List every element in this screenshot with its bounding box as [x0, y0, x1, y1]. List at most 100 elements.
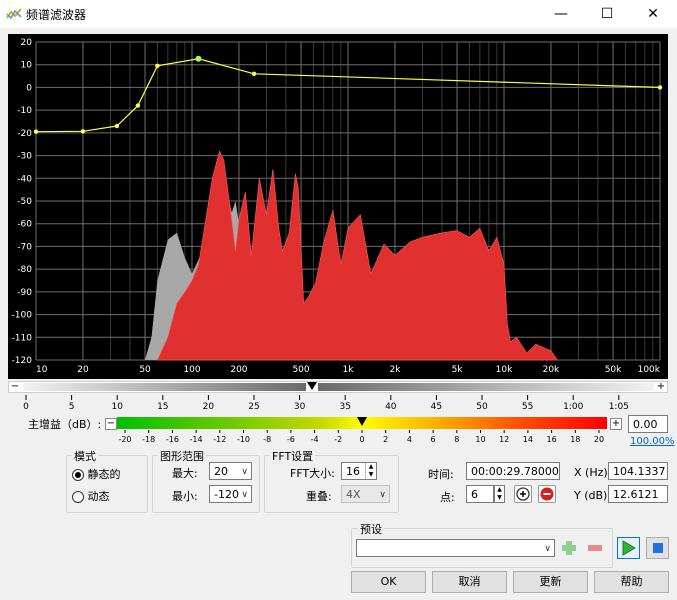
ruler-label: 30 — [294, 402, 306, 411]
gain-tick-label: 20 — [594, 435, 604, 444]
point-label: 点: — [440, 491, 455, 504]
y-tick-label: -50 — [17, 197, 32, 207]
range-min-label: 最小: — [172, 490, 198, 503]
time-label: 时间: — [428, 468, 454, 481]
filter-control-point — [80, 129, 86, 134]
y-tick-label: -40 — [17, 174, 32, 184]
filter-control-point — [155, 63, 160, 69]
gain-tick-label: 8 — [454, 435, 459, 444]
close-icon[interactable]: ✕ — [630, 0, 676, 28]
add-point-button[interactable] — [514, 485, 532, 503]
zoom-bar[interactable]: − + — [8, 381, 668, 393]
ruler-label: 20 — [203, 402, 215, 411]
add-preset-button[interactable] — [560, 539, 578, 557]
y-tick-label: 20 — [21, 38, 33, 48]
chevron-down-icon: ∨ — [544, 544, 551, 554]
gain-tick-label: 12 — [499, 435, 509, 444]
filter-control-point — [135, 103, 141, 108]
gain-tick-label: 16 — [547, 435, 557, 444]
x-tick-label: 20 — [77, 365, 89, 375]
x-tick-label: 100k — [638, 365, 661, 375]
fft-overlap-select[interactable]: 4X ∨ — [341, 485, 390, 503]
stop-button[interactable] — [646, 537, 669, 559]
gain-tick-label: 10 — [475, 435, 485, 444]
gain-slider-thumb[interactable] — [357, 417, 367, 426]
zoom-thumb[interactable] — [307, 382, 317, 390]
minus-icon — [588, 545, 602, 551]
y-tick-label: -80 — [17, 265, 32, 275]
radio-checked-icon — [72, 469, 84, 481]
delete-preset-button[interactable] — [586, 539, 604, 557]
mode-dynamic-radio[interactable]: 动态 — [72, 488, 110, 504]
zoom-in-button[interactable]: + — [656, 382, 666, 392]
y-tick-label: 0 — [26, 83, 32, 93]
ruler-label: 35 — [339, 402, 350, 411]
plus-circle-icon — [516, 487, 530, 501]
gain-tick-label: -8 — [263, 435, 271, 444]
x-tick-label: 50k — [605, 365, 622, 375]
range-min-select[interactable]: -120 ∨ — [209, 485, 252, 503]
gain-tick-label: 0 — [359, 435, 364, 444]
ruler-label: 45 — [431, 402, 442, 411]
ruler-label: 0 — [23, 402, 29, 411]
filter-control-point — [251, 71, 257, 76]
ruler-label: 50 — [476, 402, 488, 411]
range-max-label: 最大: — [172, 467, 198, 480]
update-button[interactable]: 更新 — [513, 571, 588, 593]
ruler-label: 25 — [248, 402, 259, 411]
gain-tick-label: -18 — [142, 435, 155, 444]
range-max-select[interactable]: 20 ∨ — [209, 462, 252, 480]
gain-tick-label: -6 — [287, 435, 295, 444]
ruler-label: 15 — [157, 402, 168, 411]
zoom-out-button[interactable]: − — [10, 382, 20, 392]
chevron-down-icon: ∨ — [379, 490, 386, 500]
gain-minus-button[interactable]: − — [105, 418, 117, 430]
gain-plus-button[interactable]: + — [610, 418, 622, 430]
mode-static-radio[interactable]: 静态的 — [72, 466, 121, 482]
gain-tick-label: 6 — [431, 435, 436, 444]
x-tick-label: 500 — [292, 365, 309, 375]
play-button[interactable] — [617, 537, 640, 559]
ruler-label: 55 — [522, 402, 533, 411]
filter-control-point — [114, 123, 120, 129]
zoom-left-track — [23, 383, 306, 391]
y-tick-label: 10 — [21, 61, 33, 71]
fft-size-spinner[interactable]: ▲ ▼ — [365, 463, 376, 479]
point-value: 6 — [471, 488, 478, 501]
current-spectrum-area — [157, 150, 558, 361]
maximize-icon[interactable]: ☐ — [584, 0, 630, 28]
spectrum-chart[interactable]: 10 20 50 100 200 500 1k 2k 5k 10k 20k 50k 100k20100-… — [8, 34, 668, 379]
gain-percent-link[interactable]: 100.00% — [630, 436, 675, 447]
gain-tick-label: -16 — [166, 435, 179, 444]
x-tick-label: 20k — [543, 365, 560, 375]
fft-size-input[interactable]: 16 ▲ ▼ — [341, 462, 377, 480]
cancel-button[interactable]: 取消 — [432, 571, 507, 593]
y-tick-label: -70 — [17, 242, 32, 252]
minimize-icon[interactable]: — — [538, 0, 584, 28]
y-tick-label: -10 — [17, 106, 32, 116]
filter-control-point — [33, 129, 39, 134]
x-tick-label: 10k — [496, 365, 513, 375]
point-spinner[interactable]: ▲ ▼ — [494, 485, 505, 503]
window-title: 频谱滤波器 — [26, 8, 87, 22]
spectrum-plot[interactable]: 10 20 50 100 200 500 1k 2k 5k 10k 20k 50k 100k 20 10 0-… — [8, 34, 668, 379]
fft-size-label: FFT大小: — [290, 467, 335, 480]
help-button[interactable]: 帮助 — [594, 571, 669, 593]
x-hz-input[interactable]: 104.1337 — [608, 462, 668, 480]
y-tick-label: -110 — [12, 333, 33, 343]
x-hz-label: X (Hz): — [574, 466, 612, 479]
y-tick-label: -120 — [12, 356, 33, 366]
remove-point-button[interactable] — [538, 485, 556, 503]
mode-dynamic-label: 动态 — [87, 490, 110, 503]
gain-label: 主增益（dB）: — [28, 418, 102, 431]
ok-button[interactable]: OK — [351, 571, 426, 593]
stop-icon — [653, 543, 663, 553]
time-input[interactable]: 00:00:29.78000 — [466, 462, 560, 480]
fft-overlap-value: 4X — [346, 488, 361, 501]
point-input[interactable]: 6 — [466, 485, 494, 503]
preset-select[interactable]: ∨ — [356, 539, 555, 557]
y-db-input[interactable]: 12.6121 — [608, 485, 668, 503]
gain-value-input[interactable]: 0.00 — [628, 415, 668, 433]
chevron-down-icon: ∨ — [241, 467, 248, 477]
gain-scale: -20 -18 -16 -14 -12 -10 -8 -6 -4 -2 0 2 4 6 8 10 12 14 16 1… — [118, 430, 604, 444]
